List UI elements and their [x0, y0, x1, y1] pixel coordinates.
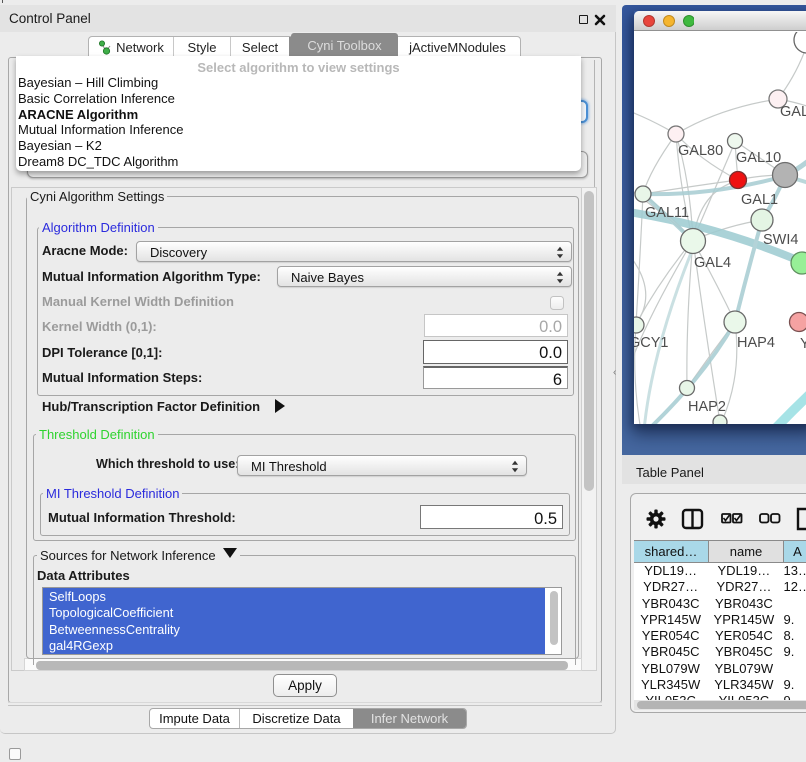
svg-text:HAP2: HAP2	[688, 399, 726, 415]
svg-text:GAL80: GAL80	[678, 143, 723, 159]
svg-text:GAL1: GAL1	[741, 192, 778, 208]
svg-text:GAL2: GAL2	[780, 104, 806, 120]
svg-text:SWI4: SWI4	[763, 232, 798, 248]
svg-text:HAP4: HAP4	[737, 335, 775, 351]
svg-text:Y: Y	[800, 336, 806, 352]
svg-text:GAL10: GAL10	[736, 150, 781, 166]
svg-text:GCY1: GCY1	[634, 335, 669, 351]
svg-text:GAL4: GAL4	[694, 255, 731, 271]
svg-text:GAL11: GAL11	[645, 205, 689, 221]
